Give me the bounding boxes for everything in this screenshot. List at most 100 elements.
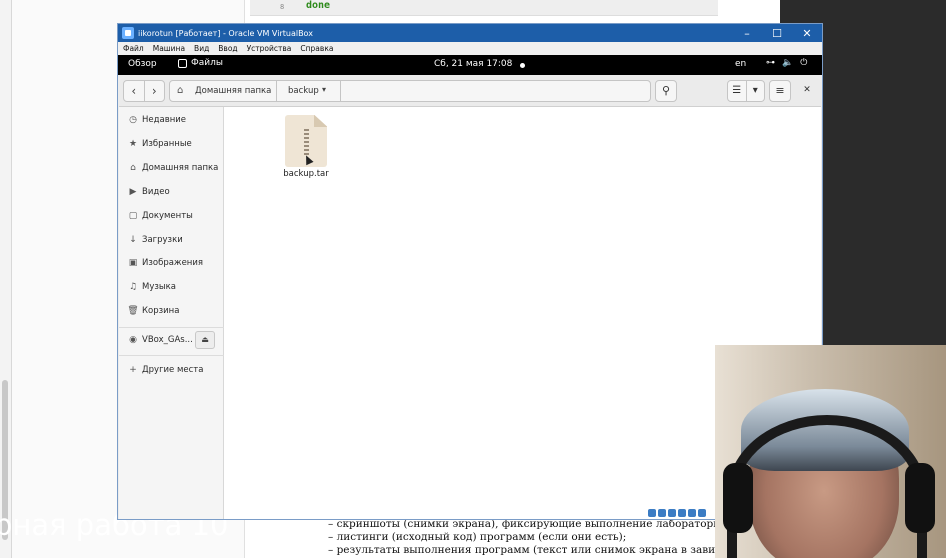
doc-bullet-2: – листинги (исходный код) программ (если… [328, 531, 627, 543]
system-tray[interactable]: ⊶ 🔈 ⏻ [766, 58, 807, 68]
maximize-button[interactable]: ☐ [762, 27, 792, 40]
minimize-button[interactable]: – [732, 27, 762, 40]
path-home-button[interactable]: Домашняя папка [195, 86, 271, 96]
chevron-down-icon[interactable]: ▾ [322, 85, 326, 94]
notification-dot-icon [520, 63, 525, 68]
sidebar-item-starred[interactable]: ★ Избранные [119, 133, 224, 155]
headset-earcup-left [723, 463, 753, 533]
sidebar-item-label: Домашняя папка [142, 163, 219, 173]
files-app-icon [178, 58, 187, 68]
main-menu-button[interactable]: ≡ [769, 80, 791, 102]
places-sidebar: ◷ Недавние ★ Избранные ⌂ Домашняя папка ▶ Ви… [119, 107, 224, 519]
virtualbox-status-icons [648, 509, 706, 519]
star-icon: ★ [128, 139, 138, 149]
menu-help[interactable]: Справка [300, 44, 333, 53]
clock-icon: ◷ [129, 115, 137, 125]
back-button[interactable]: ‹ [124, 81, 145, 101]
audio-icon[interactable] [668, 509, 676, 517]
zipper-mark [304, 129, 309, 157]
list-view-button[interactable]: ☰ [728, 81, 747, 101]
sidebar-item-label: Корзина [142, 306, 180, 316]
network-status-icon[interactable] [678, 509, 686, 517]
close-icon: ✕ [803, 85, 811, 95]
menu-file[interactable]: Файл [123, 44, 144, 53]
camera-icon: ▣ [128, 258, 138, 268]
app-menu-button[interactable]: Файлы [178, 58, 223, 68]
path-separator [340, 81, 341, 101]
clock[interactable]: Сб, 21 мая 17:08 [434, 59, 512, 69]
code-keyword: done [306, 0, 331, 11]
sidebar-item-trash[interactable]: 🗑 Корзина [119, 300, 224, 322]
sidebar-separator [119, 355, 224, 356]
menu-view[interactable]: Вид [194, 44, 209, 53]
disc-icon: ◉ [129, 335, 137, 345]
sidebar-item-documents[interactable]: ▢ Документы [119, 205, 224, 227]
sidebar-separator [119, 327, 224, 328]
plus-icon: + [129, 365, 137, 375]
sidebar-item-label: Избранные [142, 139, 192, 149]
sidebar-item-label: Недавние [142, 115, 187, 125]
activities-button[interactable]: Обзор [128, 59, 157, 69]
search-icon: ⚲ [661, 84, 671, 97]
shared-folder-icon[interactable] [698, 509, 706, 517]
host-left-panel [0, 0, 12, 558]
keyboard-layout[interactable]: en [735, 59, 746, 69]
sidebar-item-home[interactable]: ⌂ Домашняя папка [119, 157, 224, 179]
sidebar-item-recent[interactable]: ◷ Недавние [119, 109, 224, 131]
file-item-backup-tar[interactable]: backup.tar [281, 115, 331, 179]
virtualbox-menubar: Файл Машина Вид Ввод Устройства Справка [118, 42, 822, 55]
storage-icon[interactable] [648, 509, 656, 517]
home-icon: ⌂ [130, 163, 136, 173]
menu-machine[interactable]: Машина [153, 44, 185, 53]
home-icon[interactable]: ⌂ [177, 85, 183, 96]
sidebar-item-label: Загрузки [142, 235, 183, 245]
sidebar-item-vbox-gas[interactable]: ◉ VBox_GAs... ⏏ [119, 329, 224, 351]
optical-icon[interactable] [658, 509, 666, 517]
video-icon: ▶ [129, 187, 137, 197]
sidebar-item-label: Документы [142, 211, 193, 221]
headset-earcup-right [905, 463, 935, 533]
doc-bullet-3: – результаты выполнения программ (текст … [328, 544, 771, 556]
forward-button[interactable]: › [145, 81, 165, 101]
sidebar-item-other-locations[interactable]: + Другие места [119, 359, 224, 381]
network-icon: ⊶ [766, 58, 775, 68]
sidebar-item-videos[interactable]: ▶ Видео [119, 181, 224, 203]
sidebar-item-label: Изображения [142, 258, 204, 268]
document-icon: ▢ [128, 211, 138, 221]
virtualbox-icon [122, 27, 134, 39]
sidebar-item-downloads[interactable]: ↓ Загрузки [119, 229, 224, 251]
sidebar-item-pictures[interactable]: ▣ Изображения [119, 252, 224, 274]
path-bar: ⌂ Домашняя папка backup ▾ [169, 80, 651, 102]
path-separator [276, 81, 277, 101]
file-fold [314, 115, 327, 127]
menu-devices[interactable]: Устройства [247, 44, 292, 53]
code-line-number: 8 [280, 3, 285, 11]
view-toggle-group: ☰ ▾ [727, 80, 765, 102]
menu-input[interactable]: Ввод [218, 44, 237, 53]
path-current-folder[interactable]: backup [288, 86, 319, 96]
virtualbox-titlebar: iikorotun [Работает] - Oracle VM Virtual… [118, 24, 822, 42]
sidebar-item-music[interactable]: ♫ Музыка [119, 276, 224, 298]
usb-icon[interactable] [688, 509, 696, 517]
trash-icon: 🗑 [127, 306, 139, 316]
gnome-top-bar: Обзор Файлы Сб, 21 мая 17:08 en ⊶ 🔈 ⏻ [118, 55, 822, 75]
close-files-button[interactable]: ✕ [797, 80, 817, 102]
power-icon: ⏻ [800, 58, 808, 68]
view-options-button[interactable]: ▾ [747, 81, 765, 101]
download-icon: ↓ [129, 235, 137, 245]
close-window-button[interactable]: ✕ [792, 27, 822, 40]
code-line: 8 done [250, 0, 718, 16]
sidebar-item-label: Другие места [142, 365, 204, 375]
webcam-overlay [715, 345, 946, 558]
files-headerbar: ‹ › ⌂ Домашняя папка backup ▾ ⚲ ☰ ▾ ≡ ✕ [119, 77, 821, 107]
sidebar-item-label: VBox_GAs... [142, 335, 193, 345]
search-button[interactable]: ⚲ [655, 80, 677, 102]
sidebar-item-label: Музыка [142, 282, 176, 292]
hamburger-icon: ≡ [775, 84, 785, 97]
eject-button[interactable]: ⏏ [195, 331, 215, 349]
app-menu-label: Файлы [191, 58, 223, 68]
volume-icon: 🔈 [782, 58, 794, 68]
file-name: backup.tar [283, 169, 329, 179]
music-icon: ♫ [128, 282, 138, 292]
virtualbox-title: iikorotun [Работает] - Oracle VM Virtual… [138, 28, 313, 38]
